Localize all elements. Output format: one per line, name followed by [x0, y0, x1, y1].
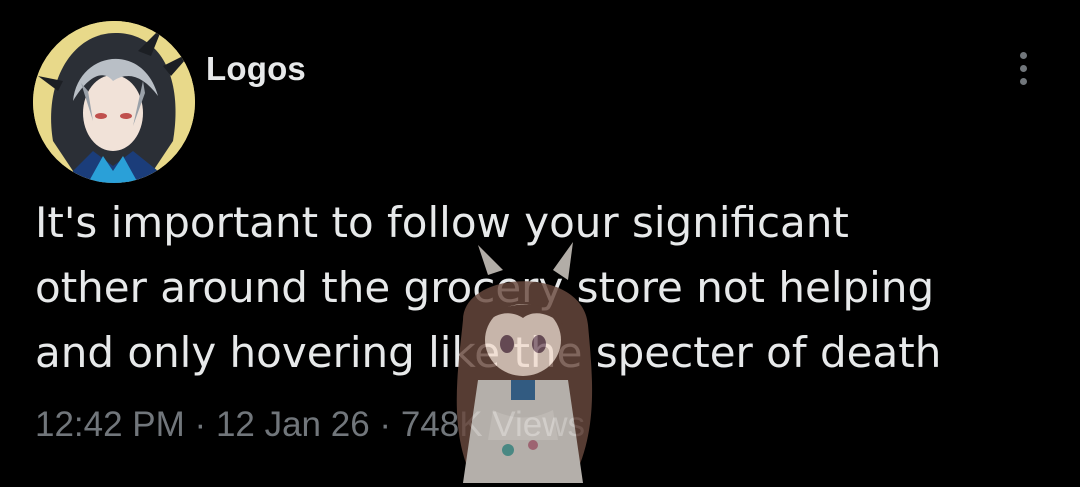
tweet-text-line: and only hovering like the specter of de… — [35, 328, 942, 377]
tweet-time[interactable]: 12:42 PM — [35, 405, 185, 444]
meta-separator: · — [379, 405, 401, 444]
views-label: Views — [492, 405, 586, 444]
more-options-icon — [1019, 64, 1027, 72]
more-options-icon — [1019, 51, 1027, 59]
tweet-text-line: It's important to follow your significan… — [35, 198, 849, 247]
more-options-button[interactable] — [1003, 46, 1043, 90]
tweet: Logos It's important to follow your sign… — [0, 0, 1080, 483]
avatar[interactable] — [33, 21, 195, 183]
tweet-text: It's important to follow your significan… — [35, 190, 1055, 385]
tweet-date[interactable]: 12 Jan 26 — [216, 405, 370, 444]
tweet-text-line: other around the grocery store not helpi… — [35, 263, 935, 312]
meta-separator: · — [194, 405, 216, 444]
views-count[interactable]: 748K — [401, 405, 492, 444]
more-options-icon — [1019, 77, 1027, 85]
author-name[interactable]: Logos — [206, 50, 306, 88]
tweet-meta: 12:42 PM · 12 Jan 26 · 748K Views — [35, 405, 585, 445]
avatar-image — [33, 21, 195, 183]
